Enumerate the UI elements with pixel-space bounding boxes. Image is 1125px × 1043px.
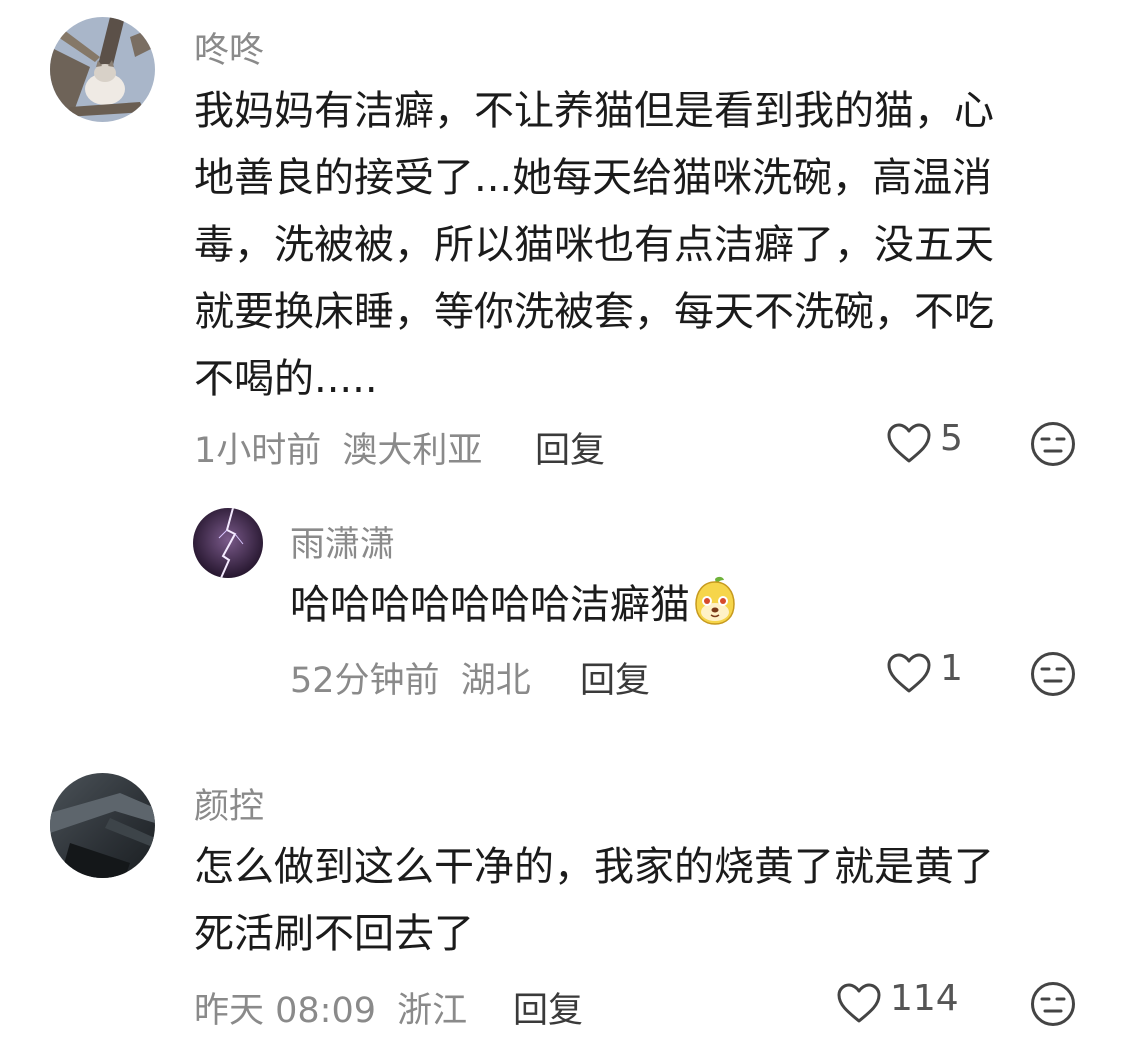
avatar[interactable] [50,773,155,878]
heart-outline-icon [887,423,931,463]
avatar[interactable] [193,508,263,578]
comment-text: 哈哈哈哈哈哈哈洁癖猫 [290,572,1070,639]
comment-location: 浙江 [397,991,468,1031]
cute-pear-emoji-icon [690,576,740,626]
comment-text-line: 毒，洗被被，所以猫咪也有点洁癖了，没五天 [194,222,994,268]
like-count: 5 [940,418,963,459]
comment-text-line: 地善良的接受了...她每天给猫咪洗碗，高温消 [194,155,993,201]
dark-abstract-avatar-icon [50,773,155,878]
comment-text-line: 就要换床睡，等你洗被套，每天不洗碗，不吃 [194,289,994,335]
comment-time: 1小时前 [194,431,322,471]
comment-location: 湖北 [460,661,531,701]
comment-time: 昨天 08:09 [194,991,376,1031]
cat-in-tree-avatar-icon [50,17,155,122]
reply-button[interactable]: 回复 [580,652,650,703]
reply-button[interactable]: 回复 [513,982,583,1033]
comment-text-line: 哈哈哈哈哈哈哈洁癖猫 [290,582,690,628]
username[interactable]: 雨潇潇 [290,516,395,567]
like-count: 114 [890,978,959,1019]
dislike-button[interactable] [1030,981,1076,1027]
like-button[interactable]: 114 [836,978,959,1028]
username[interactable]: 颜控 [194,778,264,829]
comment-time: 52分钟前 [290,661,440,701]
comment-meta: 1小时前 澳大利亚 [194,422,482,473]
comment-text: 怎么做到这么干净的，我家的烧黄了就是黄了 死活刷不回去了 [194,834,1074,968]
like-button[interactable]: 1 [886,648,963,698]
heart-outline-icon [887,653,931,693]
meh-face-icon [1031,982,1075,1026]
username[interactable]: 咚咚 [194,22,264,73]
comment-location: 澳大利亚 [342,431,483,471]
comment-meta: 52分钟前 湖北 [290,652,531,703]
like-button[interactable]: 5 [886,418,963,468]
dislike-button[interactable] [1030,421,1076,467]
comment-text-line: 怎么做到这么干净的，我家的烧黄了就是黄了 [194,844,994,890]
comment-text-line: 我妈妈有洁癖，不让养猫但是看到我的猫，心 [194,88,994,134]
comment-text-line: 死活刷不回去了 [194,911,474,957]
lightning-avatar-icon [193,508,263,578]
meh-face-icon [1031,652,1075,696]
meh-face-icon [1031,422,1075,466]
dislike-button[interactable] [1030,651,1076,697]
reply-button[interactable]: 回复 [535,422,605,473]
avatar[interactable] [50,17,155,122]
heart-outline-icon [837,983,881,1023]
like-count: 1 [940,648,963,689]
comment-meta: 昨天 08:09 浙江 [194,982,467,1033]
comment-text-line: 不喝的..... [194,356,378,402]
comment-text: 我妈妈有洁癖，不让养猫但是看到我的猫，心 地善良的接受了...她每天给猫咪洗碗，… [194,78,1074,413]
